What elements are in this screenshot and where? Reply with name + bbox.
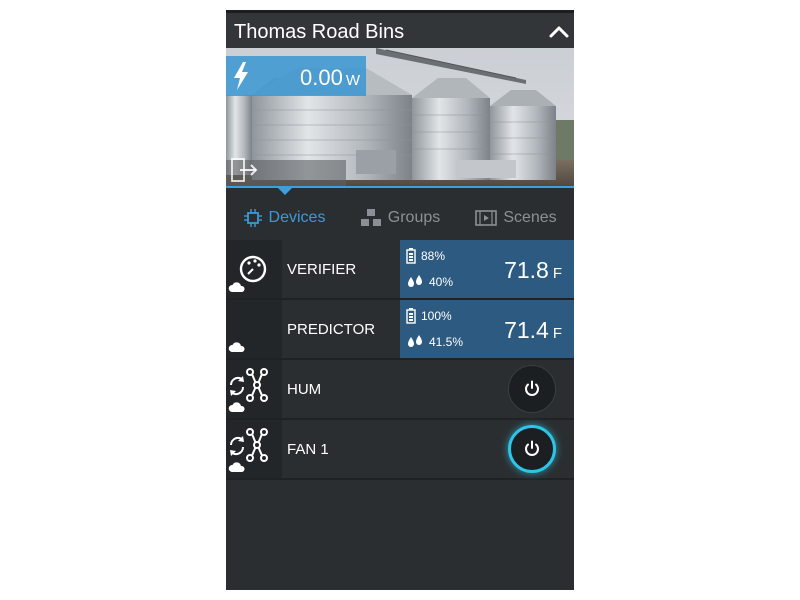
tab-devices-label: Devices <box>268 209 326 226</box>
sensor-readings: 100% 41.5% 71.4 F <box>400 300 574 358</box>
tab-groups-label: Groups <box>387 209 441 226</box>
power-value-display: 0.00 W <box>300 65 360 91</box>
battery-value: 88% <box>421 249 446 263</box>
water-drops-icon <box>408 335 422 347</box>
temperature-display: 71.4 F <box>504 317 562 344</box>
app-screen: Thomas Road Bins 0.00 W Devices Groups S… <box>226 10 574 590</box>
exit-door-icon[interactable] <box>230 156 260 184</box>
battery-icon <box>406 248 416 264</box>
device-icon-box <box>226 240 282 298</box>
lightning-bolt-icon <box>234 62 248 90</box>
device-row-hum[interactable]: HUM <box>226 360 574 420</box>
title-bar: Thomas Road Bins <box>226 10 574 48</box>
temperature-unit: F <box>552 325 562 342</box>
device-row-fan-1[interactable]: FAN 1 <box>226 420 574 480</box>
chip-icon <box>243 209 262 227</box>
battery-value: 100% <box>421 309 452 323</box>
device-icon-box <box>226 360 282 418</box>
device-list: VERIFIER 88% 40% 71.8 F PREDICTOR 100% 4… <box>226 240 574 480</box>
groups-icon <box>360 209 381 226</box>
cloud-icon <box>228 282 245 292</box>
active-tab-caret <box>278 188 292 195</box>
location-header: Thomas Road Bins 0.00 W <box>226 10 574 188</box>
tab-bar: Devices Groups Scenes <box>226 196 574 240</box>
tab-devices[interactable]: Devices <box>226 196 342 240</box>
water-drops-icon <box>408 275 422 287</box>
cloud-icon <box>228 462 245 472</box>
refresh-network-icon <box>229 368 268 402</box>
battery-reading: 88% <box>406 248 445 264</box>
power-readout: 0.00 W <box>226 56 366 96</box>
humidity-value: 41.5% <box>429 335 464 349</box>
temperature-value: 71.8 <box>504 257 549 283</box>
power-toggle-button[interactable] <box>508 425 556 473</box>
device-row-predictor[interactable]: PREDICTOR 100% 41.5% 71.4 F <box>226 300 574 360</box>
device-name: FAN 1 <box>287 441 329 458</box>
device-name: PREDICTOR <box>287 321 376 338</box>
device-name: HUM <box>287 381 322 398</box>
location-title: Thomas Road Bins <box>234 21 405 43</box>
device-row-verifier[interactable]: VERIFIER 88% 40% 71.8 F <box>226 240 574 300</box>
temperature-value: 71.4 <box>504 317 549 343</box>
device-icon-box <box>226 420 282 478</box>
cloud-icon <box>228 402 245 412</box>
power-icon <box>525 380 539 396</box>
power-icon <box>525 440 539 456</box>
humidity-reading: 40% <box>406 274 453 290</box>
tab-scenes-label: Scenes <box>503 209 557 226</box>
tab-scenes[interactable]: Scenes <box>458 196 574 240</box>
temperature-unit: F <box>552 265 562 282</box>
sensor-readings: 88% 40% 71.8 F <box>400 240 574 298</box>
power-toggle-button[interactable] <box>508 365 556 413</box>
temperature-display: 71.8 F <box>504 257 562 284</box>
chevron-up-icon[interactable] <box>544 19 574 45</box>
cloud-icon <box>228 342 245 352</box>
refresh-network-icon <box>229 428 268 462</box>
battery-icon <box>406 308 416 324</box>
power-unit: W <box>345 72 360 89</box>
film-icon <box>475 210 498 226</box>
battery-reading: 100% <box>406 308 452 324</box>
tab-groups[interactable]: Groups <box>342 196 458 240</box>
device-icon-box <box>226 300 282 358</box>
device-name: VERIFIER <box>287 261 357 278</box>
humidity-value: 40% <box>429 275 454 289</box>
humidity-reading: 41.5% <box>406 334 463 350</box>
power-value: 0.00 <box>300 65 343 90</box>
